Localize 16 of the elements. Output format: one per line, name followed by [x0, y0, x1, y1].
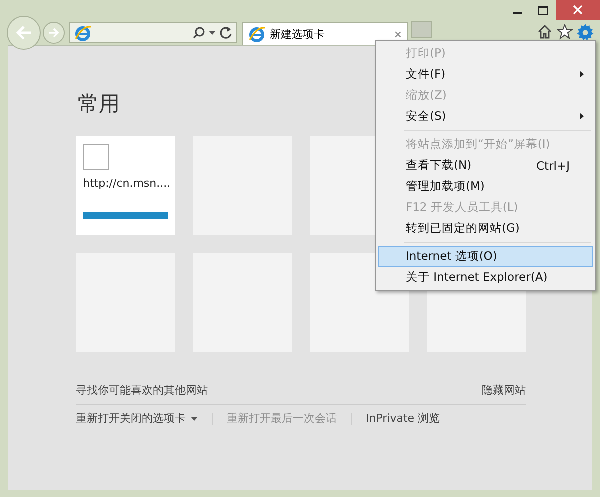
menu-item[interactable]: 文件(F): [378, 64, 593, 85]
menu-item[interactable]: Internet 选项(O): [378, 246, 593, 267]
discover-link[interactable]: 寻找你可能喜欢的其他网站: [76, 383, 208, 398]
menu-item[interactable]: 管理加载项(M): [378, 176, 593, 197]
site-tile[interactable]: http://cn.msn....: [76, 136, 175, 235]
menu-item[interactable]: 安全(S): [378, 106, 593, 127]
menu-item[interactable]: 关于 Internet Explorer(A): [378, 267, 593, 288]
close-tab-button[interactable]: ×: [394, 26, 402, 42]
hide-sites-link[interactable]: 隐藏网站: [482, 383, 526, 398]
menu-item[interactable]: 转到已固定的网站(G): [378, 218, 593, 239]
footer-link[interactable]: 重新打开关闭的选项卡: [76, 411, 198, 426]
footer-link[interactable]: InPrivate 浏览: [366, 411, 440, 426]
tile-url: http://cn.msn....: [83, 177, 168, 190]
browser-tab[interactable]: 新建选项卡 ×: [242, 22, 408, 45]
menu-item[interactable]: 查看下载(N) Ctrl+J: [378, 155, 593, 176]
section-heading: 常用: [78, 91, 120, 118]
